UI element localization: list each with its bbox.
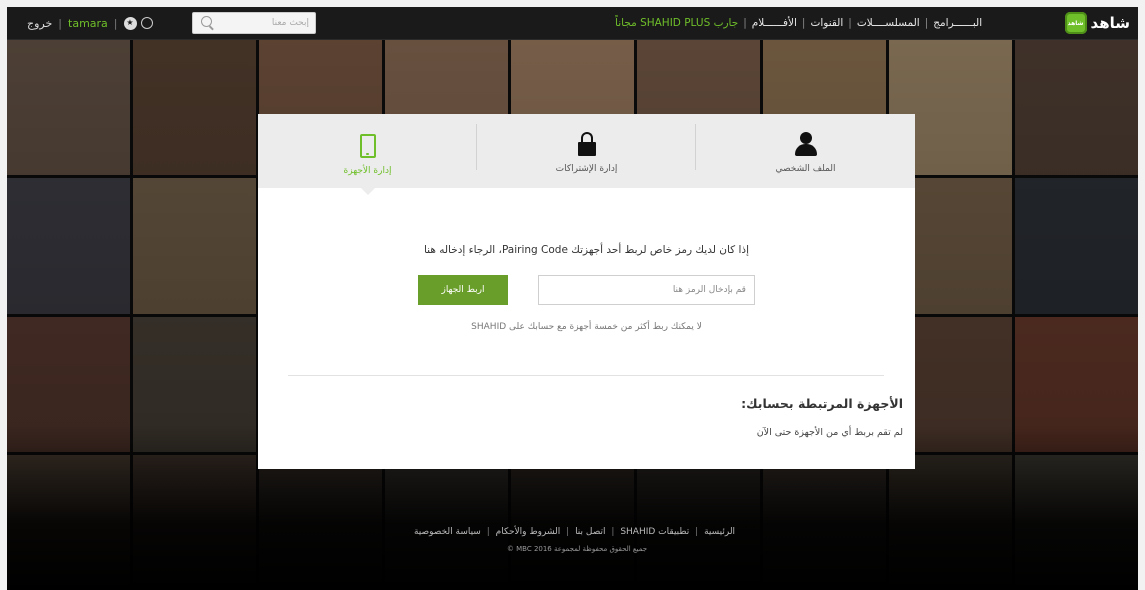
nav-programs[interactable]: البــــــرامج xyxy=(933,17,982,29)
search-box xyxy=(192,12,316,34)
browser-viewport: خروج | tamara | ★ البــــــرامج | المسلس… xyxy=(7,7,1138,590)
top-bar: خروج | tamara | ★ البــــــرامج | المسلس… xyxy=(7,7,1138,40)
linked-devices-empty: لم تقم بربط أي من الأجهزة حتى الآن xyxy=(756,427,903,438)
separator: | xyxy=(743,17,747,29)
copyright: جميع الحقوق محفوظة لمجموعة MBC 2016 © xyxy=(506,545,648,553)
logout-link[interactable]: خروج xyxy=(27,17,52,30)
main-nav: البــــــرامج | المسلســــلات | القنوات … xyxy=(615,7,982,39)
tab-profile[interactable]: الملف الشخصي xyxy=(696,114,915,188)
footer-link-privacy[interactable]: سياسة الخصوصية xyxy=(414,527,481,537)
separator: | xyxy=(695,527,699,537)
nav-movies[interactable]: الأفــــــلام xyxy=(752,17,797,29)
search-input[interactable] xyxy=(213,13,309,33)
nav-channels[interactable]: القنوات xyxy=(810,17,843,29)
divider xyxy=(288,375,884,376)
footer-link-apps[interactable]: تطبيقات SHAHID xyxy=(620,527,689,537)
linked-devices-title: الأجهزة المرتبطة بحسابك: xyxy=(741,396,903,411)
footer-link-home[interactable]: الرئيسية xyxy=(704,527,735,537)
separator: | xyxy=(924,17,929,29)
account-tabs: الملف الشخصي إدارة الإشتراكات إدارة الأج… xyxy=(258,114,915,195)
separator: | xyxy=(801,17,806,29)
pairing-form: اربط الجهاز xyxy=(418,275,755,305)
separator: | xyxy=(58,16,63,30)
lock-icon xyxy=(577,132,596,156)
tab-devices[interactable]: إدارة الأجهزة xyxy=(258,114,477,195)
device-limit-note: لا يمكنك ربط أكثر من خمسة أجهزة مع حسابك… xyxy=(471,322,702,332)
separator: | xyxy=(848,17,852,29)
shahid-logo[interactable]: شاهد شاهد xyxy=(1064,11,1130,35)
username-link[interactable]: tamara xyxy=(68,17,108,30)
tab-label: إدارة الأجهزة xyxy=(343,166,392,176)
logo-badge-icon: شاهد xyxy=(1064,12,1087,34)
favorites-star-icon[interactable]: ★ xyxy=(123,16,137,30)
separator: | xyxy=(566,527,570,537)
logo-badge-text: شاهد xyxy=(1067,19,1084,27)
search-icon[interactable] xyxy=(201,16,212,27)
footer-link-terms[interactable]: الشروط والأحكام xyxy=(496,527,561,537)
nav-shahid-plus[interactable]: جارب SHAHID PLUS مجاناً xyxy=(615,17,738,29)
logo-text: شاهد xyxy=(1090,14,1130,32)
footer-link-contact[interactable]: اتصل بنا xyxy=(575,527,605,537)
separator: | xyxy=(486,527,490,537)
tab-subscriptions[interactable]: إدارة الإشتراكات xyxy=(477,114,696,188)
tab-label: إدارة الإشتراكات xyxy=(555,164,618,174)
nav-series[interactable]: المسلســــلات xyxy=(857,17,920,29)
separator: | xyxy=(113,16,118,30)
footer-links: الرئيسية | تطبيقات SHAHID | اتصل بنا | ا… xyxy=(402,527,747,537)
tab-label: الملف الشخصي xyxy=(775,164,836,174)
user-icon xyxy=(794,132,817,156)
pair-device-button[interactable]: اربط الجهاز xyxy=(418,275,508,305)
pairing-instruction: إذا كان لديك رمز خاص لربط أحد أجهزتك Pai… xyxy=(423,244,750,256)
settings-gear-icon[interactable] xyxy=(140,17,153,29)
pairing-code-input[interactable] xyxy=(538,275,755,305)
separator: | xyxy=(611,527,615,537)
user-menu: خروج | tamara | ★ xyxy=(27,7,153,39)
account-panel: الملف الشخصي إدارة الإشتراكات إدارة الأج… xyxy=(258,114,915,469)
phone-icon xyxy=(359,134,376,158)
